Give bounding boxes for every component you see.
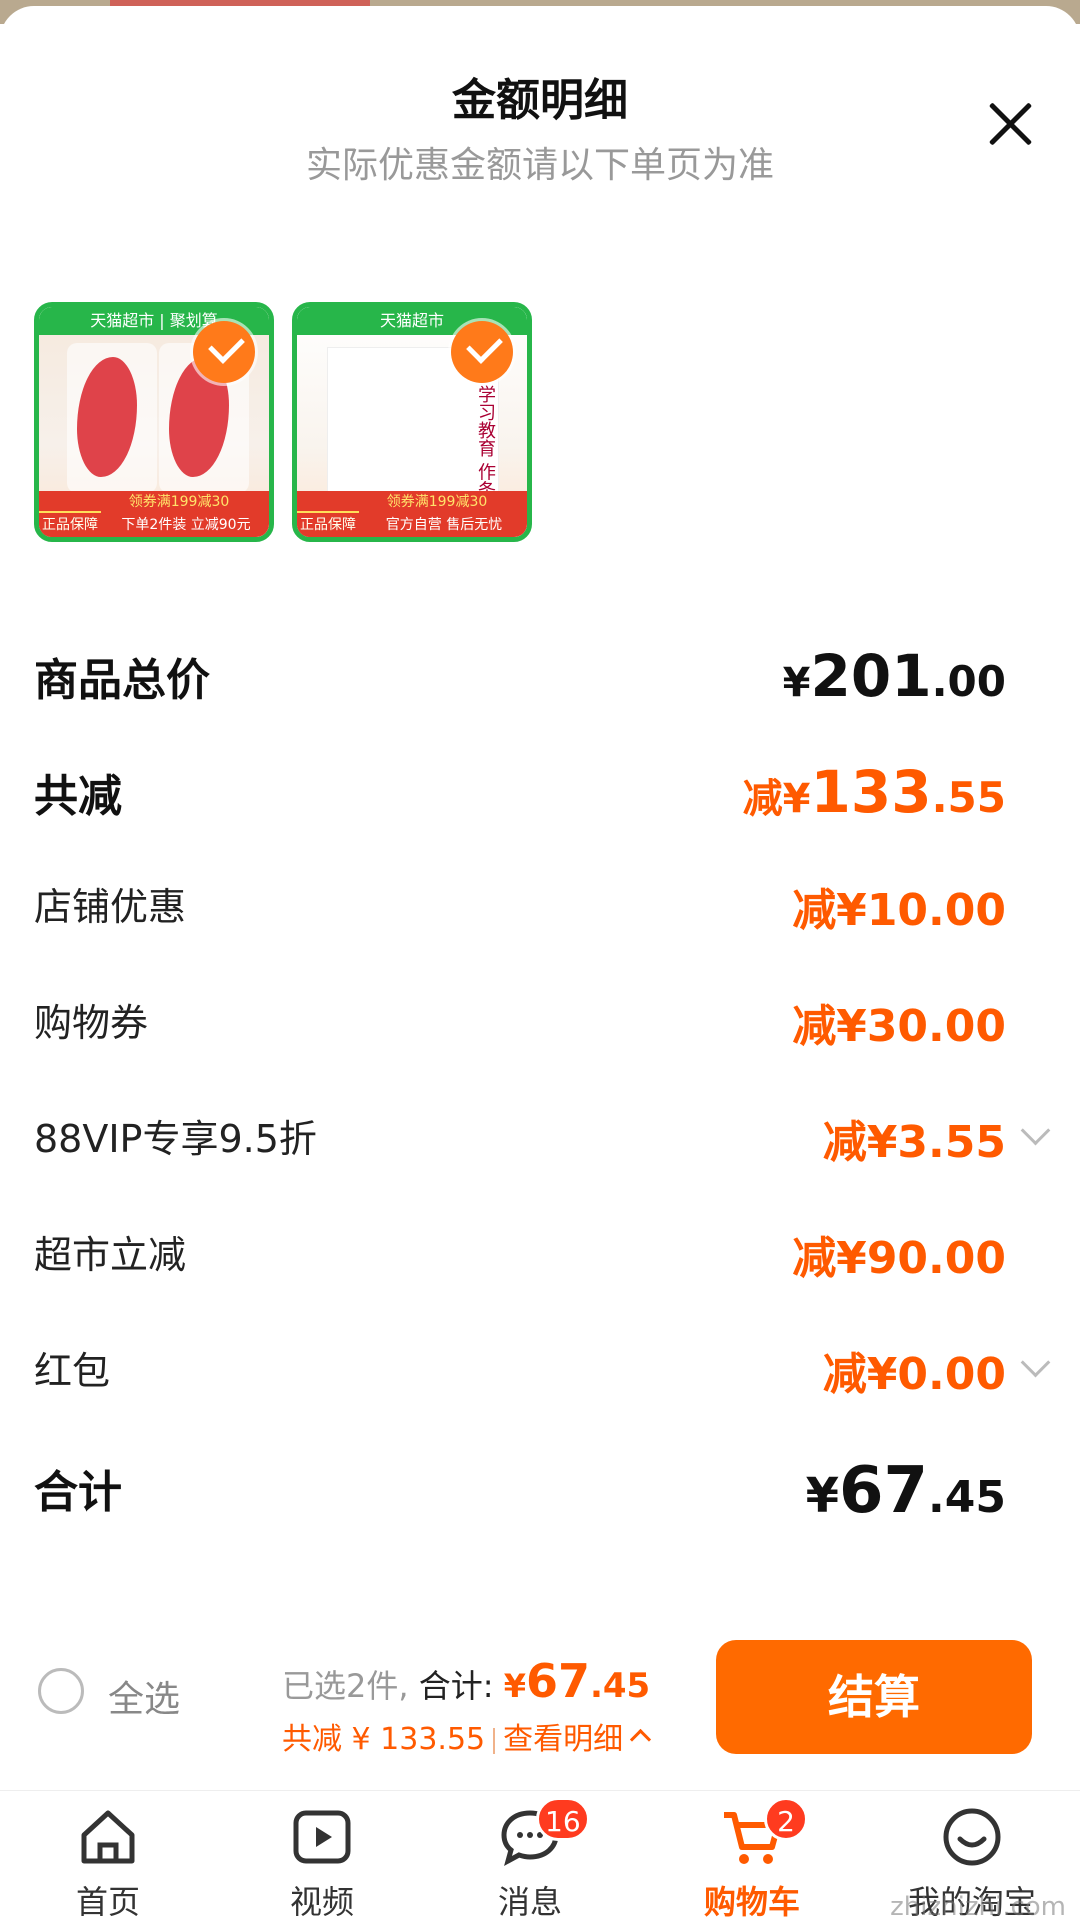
tab-video[interactable]: 视频 [242,1805,402,1923]
row-market-discount: 超市立减 减¥90.00 [34,1214,1046,1330]
row-value: 减¥3.55 [822,1117,1006,1168]
tab-messages[interactable]: 16 消息 [450,1797,610,1923]
profile-icon [940,1805,1004,1869]
home-icon [76,1805,140,1869]
bottom-tab-bar: 首页 视频 16 消息 2 购物车 我的淘宝 zhizhizhi.com [0,1790,1080,1930]
sheet-title: 金额明细 [452,75,628,126]
product-thumb-1[interactable]: 天猫超市 | 聚划算 领券满199减30 正品保障 下单2件装 立减90元 [34,302,274,542]
row-label: 共减 [34,771,122,822]
row-value: 减¥90.00 [792,1233,1006,1284]
authentic-badge: 正品保障 [39,511,101,537]
select-all-label[interactable]: 全选 [108,1670,180,1722]
tab-label: 购物车 [703,1883,800,1921]
video-icon [290,1805,354,1869]
row-vip-discount[interactable]: 88VIP专享9.5折 减¥3.55 [34,1098,1051,1214]
message-badge: 16 [536,1797,590,1841]
selected-count: 已选2件, [282,1667,409,1705]
total-amount: ¥67.45 [503,1654,651,1708]
watermark: zhizhizhi.com [890,1892,1066,1922]
row-red-packet[interactable]: 红包 减¥0.00 [34,1330,1051,1446]
tab-label: 首页 [75,1883,140,1921]
selected-check-icon[interactable] [451,321,513,383]
tab-home[interactable]: 首页 [28,1805,188,1923]
row-value: 减¥0.00 [822,1349,1006,1400]
sheet-subtitle: 实际优惠金额请以下单页为准 [305,145,774,186]
product-thumb-2[interactable]: 学习教育 作条例 天猫超市 领券满199减30 正品保障 官方自营 售后无忧 [292,302,532,542]
total-label: 合计: [418,1667,494,1705]
row-value: ¥67.45 [805,1454,1006,1528]
product-thumbnails: 天猫超市 | 聚划算 领券满199减30 正品保障 下单2件装 立减90元 学习… [34,302,532,542]
tab-label: 消息 [497,1883,562,1921]
message-icon: 16 [498,1797,590,1869]
row-label: 店铺优惠 [34,885,187,929]
tab-cart[interactable]: 2 购物车 [672,1797,832,1923]
close-icon[interactable] [982,96,1038,152]
select-all-radio[interactable] [38,1668,84,1714]
promo-text: 下单2件装 立减90元 [121,517,251,533]
chevron-up-icon[interactable] [630,1728,652,1751]
row-total: 合计 ¥67.45 [34,1446,1046,1562]
coupon-text: 领券满199减30 [386,494,488,510]
row-value: 减¥133.55 [742,758,1006,826]
row-value: 减¥30.00 [792,1001,1006,1052]
coupon-text: 领券满199减30 [128,494,230,510]
discount-summary: 共减 ¥ 133.55 [282,1722,486,1757]
row-store-discount: 店铺优惠 减¥10.00 [34,866,1046,982]
cart-badge: 2 [764,1797,808,1841]
checkout-button[interactable]: 结算 [716,1640,1032,1754]
row-subtotal: 商品总价 ¥201.00 [34,634,1046,750]
promo-text: 官方自营 售后无忧 [385,517,503,533]
checkout-bar: 全选 已选2件, 合计: ¥67.45 共减 ¥ 133.55 查看明细 结算 [0,1610,1080,1790]
chevron-down-icon[interactable] [1020,1347,1051,1378]
price-breakdown: 商品总价 ¥201.00 共减 减¥133.55 店铺优惠 减¥10.00 购物… [34,634,1051,1562]
chevron-down-icon[interactable] [1020,1115,1051,1146]
row-coupon: 购物券 减¥30.00 [34,982,1046,1098]
view-detail-link[interactable]: 查看明细 [503,1722,623,1757]
row-value: ¥201.00 [782,642,1006,710]
row-total-discount: 共减 减¥133.55 [34,750,1046,866]
selected-check-icon[interactable] [193,321,255,383]
checkout-summary: 已选2件, 合计: ¥67.45 共减 ¥ 133.55 查看明细 [282,1654,692,1758]
row-label: 购物券 [34,1001,149,1045]
cart-icon: 2 [720,1797,808,1869]
tab-label: 视频 [289,1883,354,1921]
row-value: 减¥10.00 [792,885,1006,936]
authentic-badge: 正品保障 [297,511,359,537]
row-label: 商品总价 [34,655,210,706]
row-label: 合计 [34,1467,122,1518]
row-label: 超市立减 [34,1233,187,1277]
row-label: 88VIP专享9.5折 [34,1117,317,1161]
row-label: 红包 [34,1349,111,1393]
